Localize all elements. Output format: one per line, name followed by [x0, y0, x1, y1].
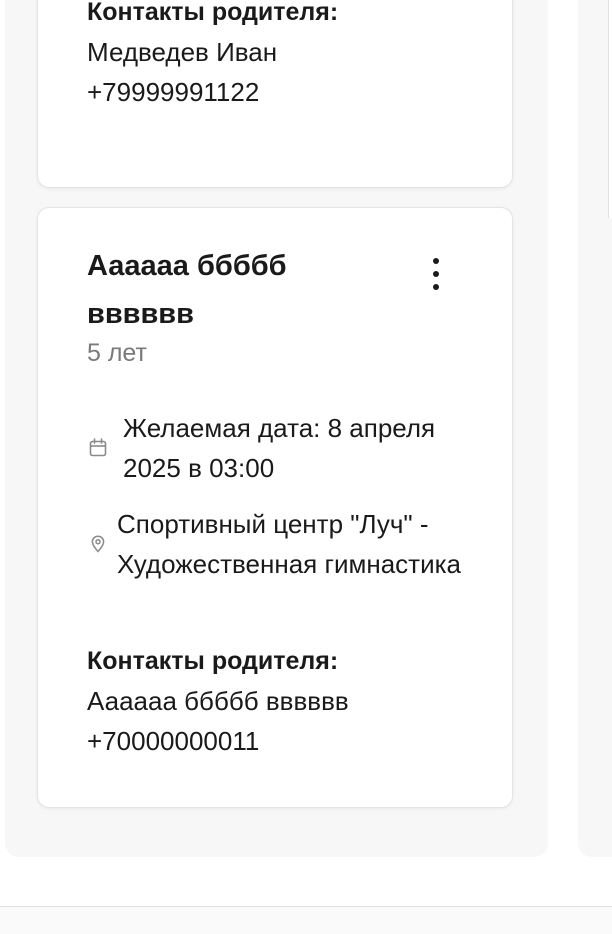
application-card[interactable]: Контакты родителя: Медведев Иван +799999…	[37, 0, 513, 188]
more-vertical-icon	[433, 258, 439, 264]
kanban-column-next-card-edge	[608, 0, 612, 218]
parent-contacts-label: Контакты родителя:	[87, 0, 339, 26]
parent-phone: +70000000011	[87, 726, 260, 756]
map-pin-icon	[87, 533, 109, 555]
child-age: 5 лет	[87, 339, 147, 367]
parent-contacts: Контакты родителя: Медведев Иван +799999…	[87, 0, 338, 112]
page: Контакты родителя: Медведев Иван +799999…	[0, 0, 612, 934]
location-row: Спортивный центр "Луч" - Художественная …	[87, 504, 462, 584]
parent-name: Медведев Иван	[87, 37, 278, 67]
parent-phone: +79999991122	[87, 77, 260, 107]
kanban-column-next	[578, 0, 612, 857]
location: Спортивный центр "Луч" - Художественная …	[117, 509, 462, 579]
desired-date: Желаемая дата: 8 апреля 2025 в 03:00	[123, 413, 436, 483]
card-menu-button[interactable]	[424, 258, 448, 290]
parent-contacts-label: Контакты родителя:	[87, 647, 339, 675]
application-card[interactable]: Аааааа ббббб вввввв 5 лет Желаемая дата:…	[37, 207, 513, 808]
desired-date-row: Желаемая дата: 8 апреля 2025 в 03:00	[87, 408, 443, 488]
bottom-bar	[0, 906, 612, 934]
child-name: Аааааа ббббб вввввв	[87, 250, 287, 330]
parent-name: Аааааа ббббб вввввв	[87, 686, 349, 716]
parent-contacts: Контакты родителя: Аааааа ббббб вввввв +…	[87, 641, 349, 761]
calendar-icon	[87, 437, 109, 459]
